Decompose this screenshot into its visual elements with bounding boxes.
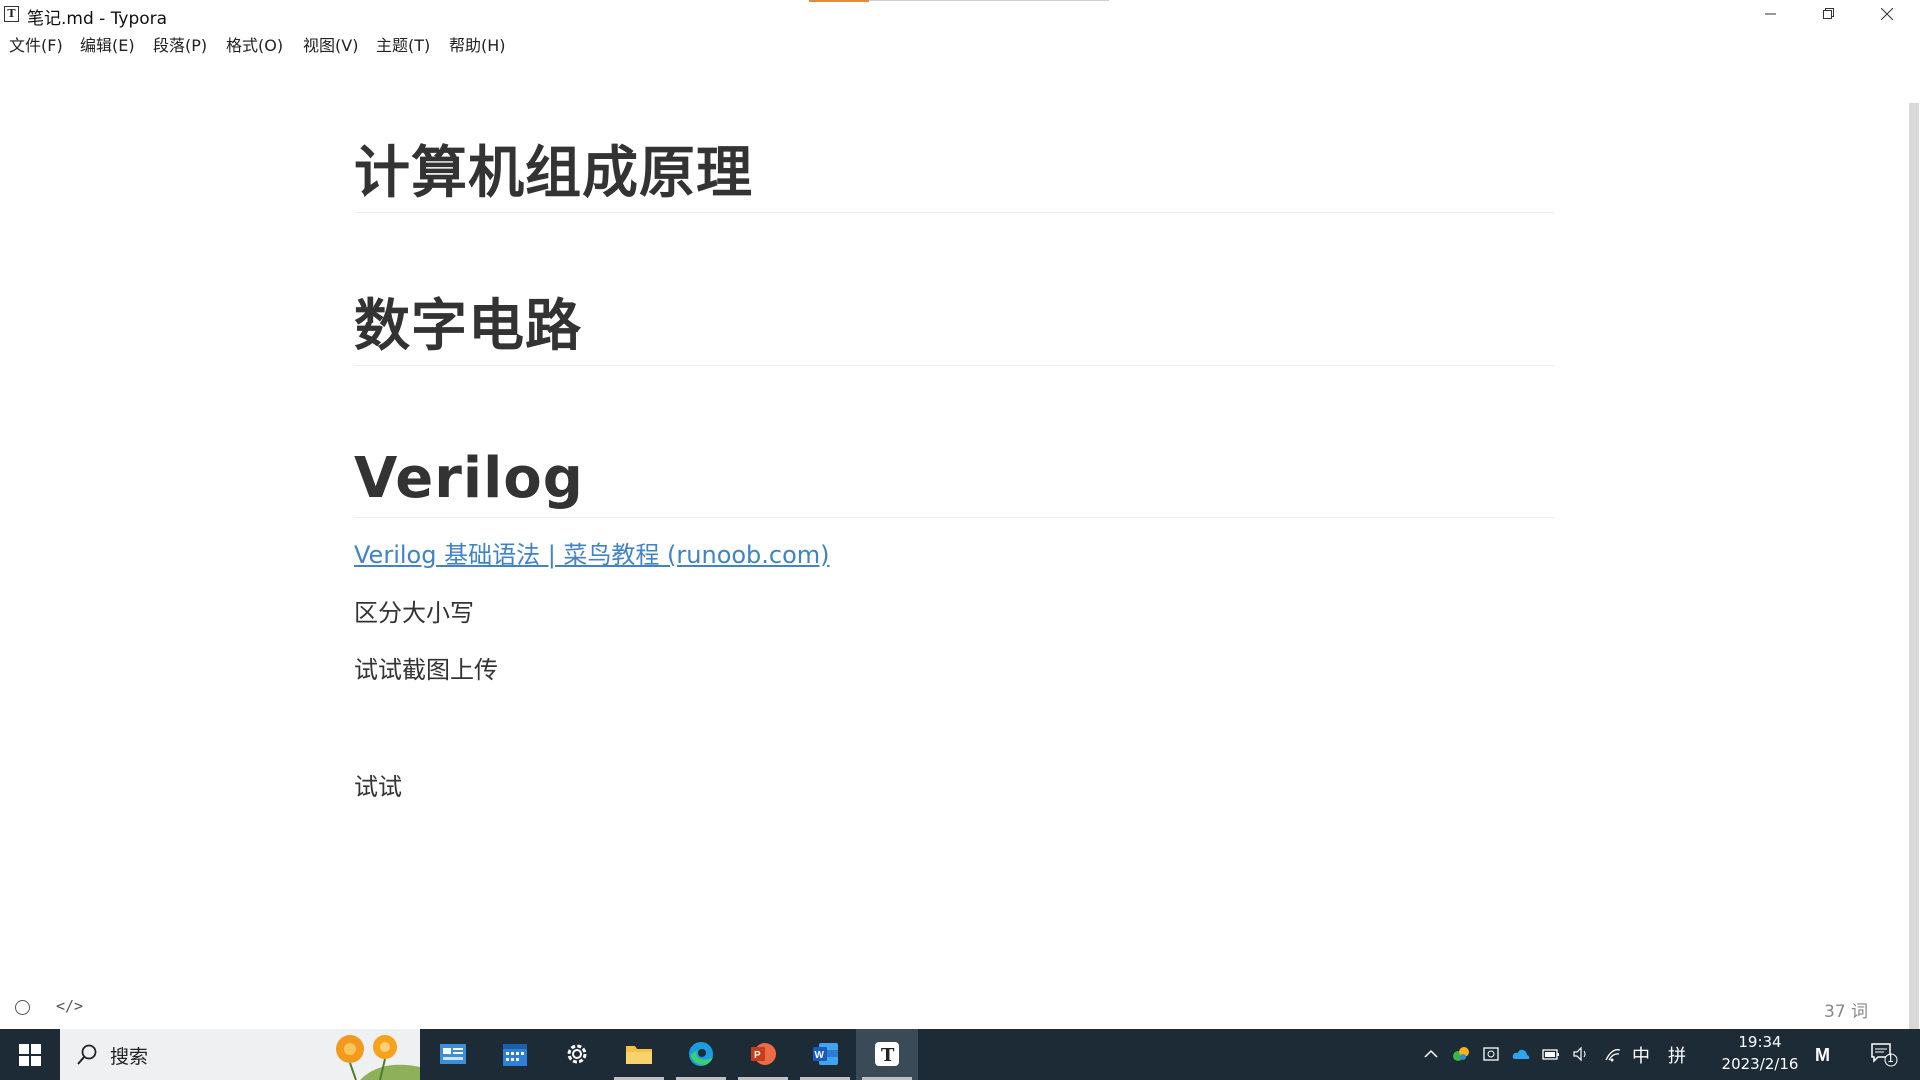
show-hidden-icons-chevron-icon[interactable] <box>1422 1045 1440 1063</box>
svg-text:M: M <box>1815 1045 1830 1065</box>
battery-icon[interactable] <box>1542 1045 1560 1063</box>
title-accent-line <box>809 0 869 2</box>
windows-logo-icon <box>19 1044 41 1066</box>
title-bar[interactable]: T 笔记.md - Typora <box>0 0 1920 29</box>
window-title: 笔记.md - Typora <box>27 9 168 29</box>
typing-tray-icon[interactable]: M <box>1814 1043 1838 1065</box>
wifi-icon[interactable] <box>1604 1045 1622 1063</box>
paragraph-2[interactable]: 试试截图上传 <box>354 650 498 685</box>
powerpoint-icon: P <box>751 1043 776 1065</box>
restore-icon <box>1823 8 1834 19</box>
svg-text:W: W <box>815 1050 825 1061</box>
menu-view[interactable]: 视图(V) <box>303 32 358 56</box>
sidebar-toggle-icon[interactable] <box>15 1000 30 1015</box>
minimize-button[interactable] <box>1742 0 1800 29</box>
menu-format[interactable]: 格式(O) <box>226 32 283 56</box>
typora-icon: T <box>875 1042 899 1066</box>
gear-icon <box>567 1044 587 1064</box>
menu-help[interactable]: 帮助(H) <box>449 32 506 56</box>
taskbar-word[interactable]: W <box>794 1029 856 1080</box>
taskbar-file-explorer[interactable] <box>608 1029 670 1080</box>
minimize-icon <box>1765 13 1776 15</box>
menu-edit[interactable]: 编辑(E) <box>80 32 135 56</box>
colorful-tray-icon[interactable] <box>1452 1045 1470 1063</box>
windows-taskbar: 搜索 P W T 中 拼 19:34 2023/2/16 M 1 <box>0 1029 1920 1080</box>
heading-3[interactable]: Verilog <box>354 445 1554 518</box>
menu-theme[interactable]: 主题(T) <box>376 32 430 56</box>
svg-text:T: T <box>881 1045 895 1066</box>
search-icon <box>77 1044 97 1065</box>
heading-2[interactable]: 数字电路 <box>354 293 1554 366</box>
close-button[interactable] <box>1858 0 1916 29</box>
search-placeholder: 搜索 <box>110 1046 149 1068</box>
security-icon[interactable] <box>1482 1045 1500 1063</box>
onedrive-cloud-icon[interactable] <box>1512 1045 1530 1063</box>
taskbar-control-panel[interactable] <box>422 1029 484 1080</box>
paragraph-1[interactable]: 区分大小写 <box>354 593 474 628</box>
typora-window: T 笔记.md - Typora 文件(F) 编辑(E) 段落(P) 格式(O)… <box>0 0 1920 1029</box>
menu-paragraph[interactable]: 段落(P) <box>153 32 207 56</box>
search-flowers-illustration <box>336 1035 420 1080</box>
taskbar-settings[interactable] <box>546 1029 608 1080</box>
source-code-toggle[interactable]: </> <box>56 997 83 1015</box>
calendar-icon <box>503 1044 527 1066</box>
clock-date[interactable]: 2023/2/16 <box>1710 1055 1810 1073</box>
volume-icon[interactable] <box>1572 1045 1590 1063</box>
paragraph-3[interactable]: 试试 <box>354 767 402 802</box>
taskbar-calendar[interactable] <box>484 1029 546 1080</box>
close-icon <box>1881 8 1893 20</box>
taskbar-powerpoint[interactable]: P <box>732 1029 794 1080</box>
notification-count-badge: 1 <box>1887 1052 1894 1065</box>
restore-button[interactable] <box>1800 0 1858 29</box>
folder-icon <box>626 1046 652 1064</box>
taskbar-search-box[interactable]: 搜索 <box>60 1029 420 1080</box>
scrollbar-thumb[interactable] <box>1909 103 1919 1029</box>
edge-icon <box>689 1042 713 1066</box>
menu-file[interactable]: 文件(F) <box>9 32 63 56</box>
clock-time[interactable]: 19:34 <box>1728 1033 1792 1051</box>
status-footer: </> 37 词 <box>0 993 1920 1023</box>
taskbar-typora[interactable]: T <box>856 1029 918 1080</box>
svg-text:P: P <box>754 1050 761 1061</box>
start-button[interactable] <box>0 1029 60 1080</box>
typora-app-icon: T <box>4 6 19 22</box>
word-icon: W <box>813 1043 838 1065</box>
heading-1[interactable]: 计算机组成原理 <box>354 140 1554 213</box>
ime-layout-indicator[interactable]: 拼 <box>1668 1042 1686 1068</box>
taskbar-edge[interactable] <box>670 1029 732 1080</box>
word-count[interactable]: 37 词 <box>1824 997 1868 1022</box>
menu-bar: 文件(F) 编辑(E) 段落(P) 格式(O) 视图(V) 主题(T) 帮助(H… <box>0 29 1920 57</box>
control-panel-icon <box>440 1044 466 1064</box>
runoob-link[interactable]: Verilog 基础语法 | 菜鸟教程 (runoob.com) <box>354 535 830 570</box>
ime-mode-indicator[interactable]: 中 <box>1632 1042 1650 1068</box>
title-accent-line-2 <box>869 0 1109 1</box>
